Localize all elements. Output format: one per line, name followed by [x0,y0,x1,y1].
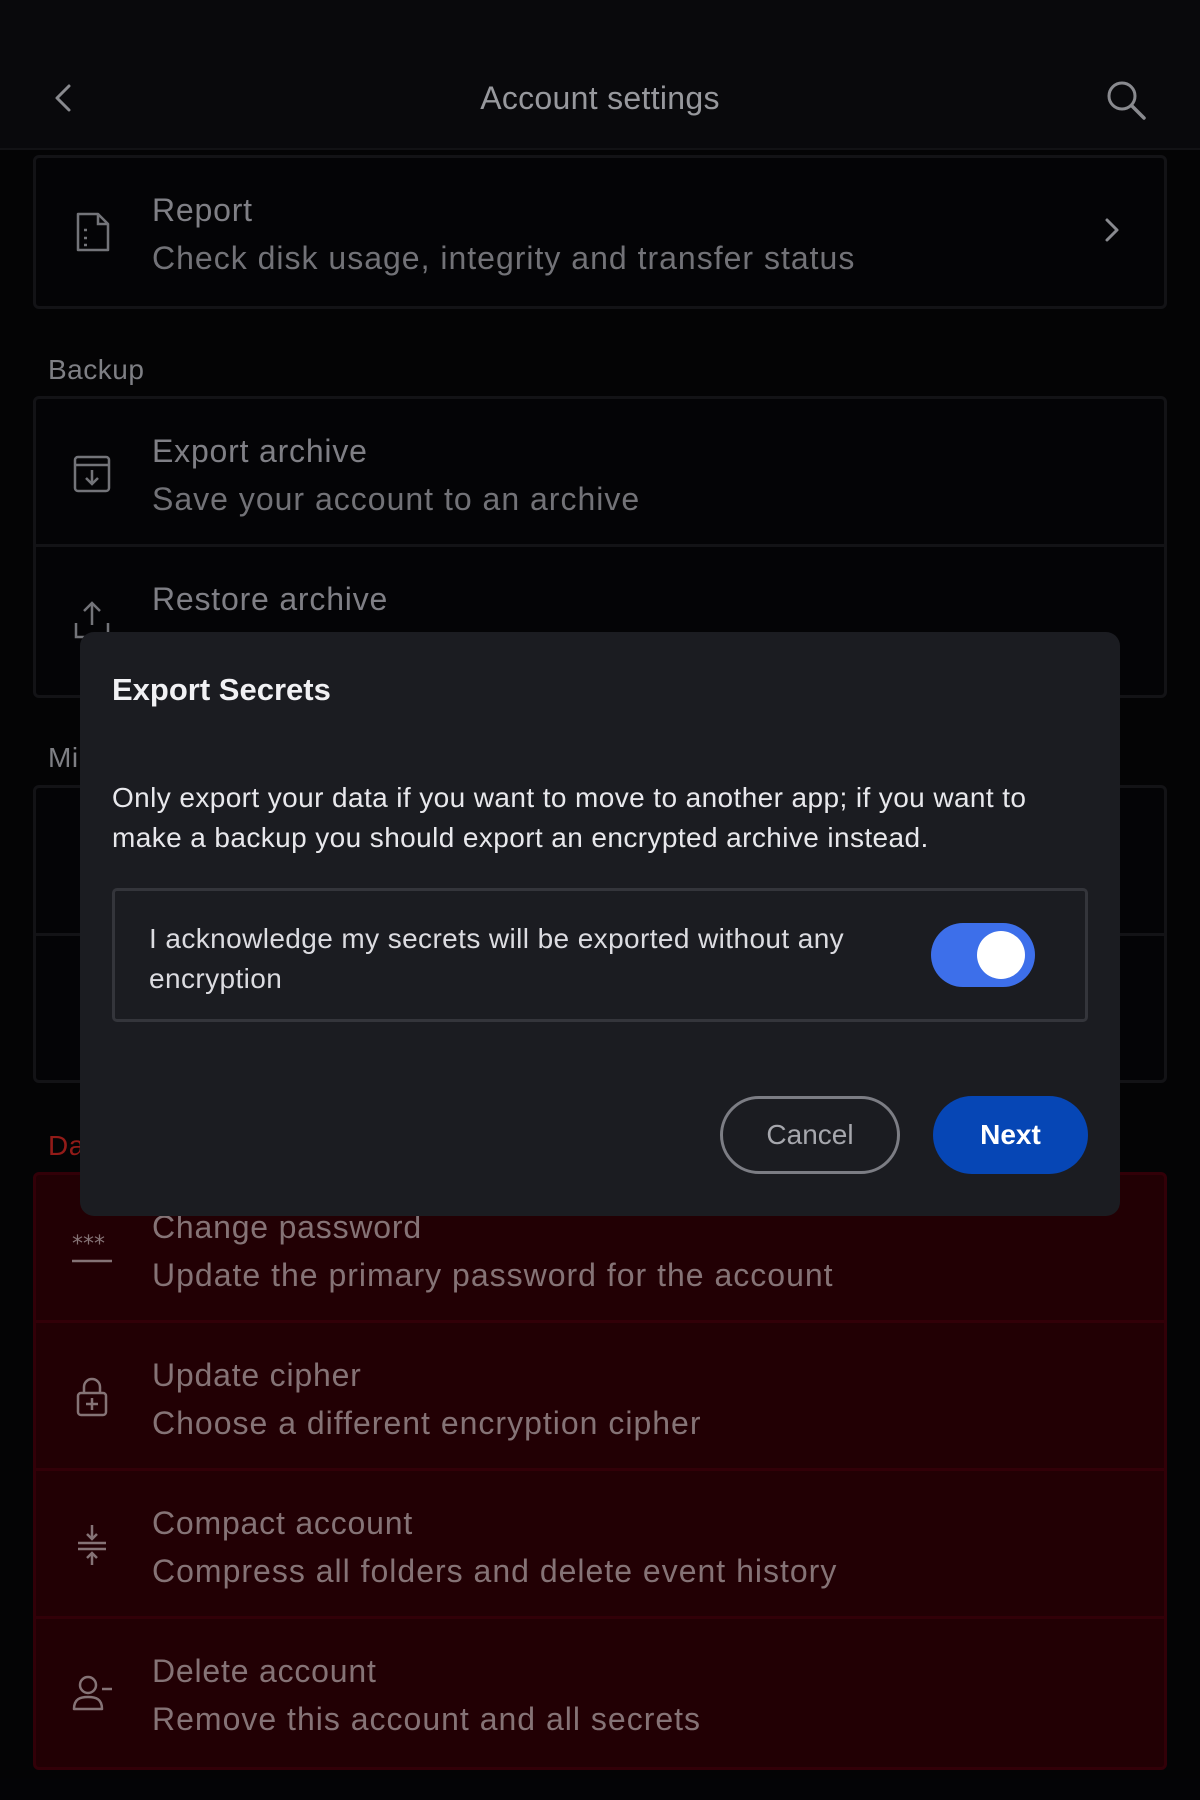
cancel-button[interactable]: Cancel [720,1096,900,1174]
toggle-knob [977,931,1025,979]
acknowledge-box: I acknowledge my secrets will be exporte… [112,888,1088,1022]
export-secrets-dialog: Export Secrets Only export your data if … [80,632,1120,1216]
acknowledge-text: I acknowledge my secrets will be exporte… [149,923,845,994]
dialog-title: Export Secrets [112,672,331,707]
next-button[interactable]: Next [933,1096,1088,1174]
dialog-body: Only export your data if you want to mov… [112,782,1027,853]
acknowledge-toggle[interactable] [931,923,1035,987]
